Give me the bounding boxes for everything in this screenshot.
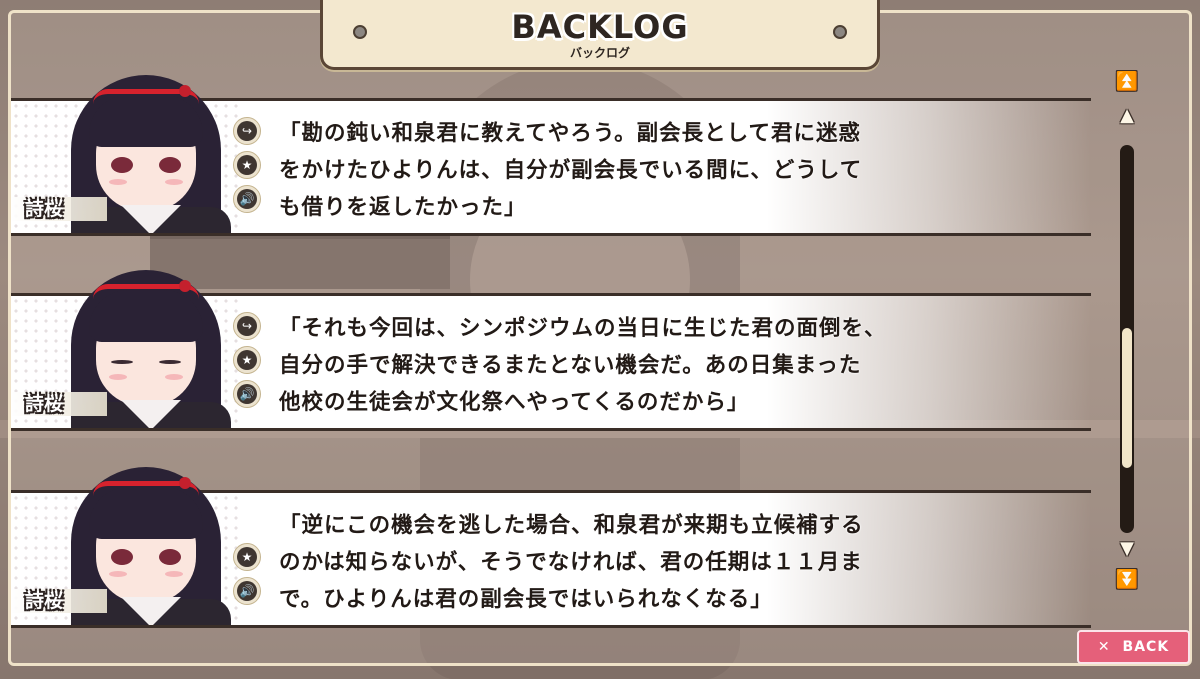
favorite-button[interactable]: ★ — [233, 346, 261, 374]
voice-button[interactable]: 🔊 — [233, 380, 261, 408]
page-up-button[interactable]: ⏫ — [1114, 71, 1140, 92]
portrait-eye — [111, 360, 133, 364]
jump-button[interactable]: ↪ — [233, 312, 261, 340]
portrait-eye — [111, 157, 133, 173]
back-button[interactable]: ✕ BACK — [1077, 630, 1190, 664]
portrait-eye — [159, 157, 181, 173]
log-entry[interactable]: 詩桜 「逆にこの機会を逃した場合、和泉君が来期も立候補する のかは知らないが、そう… — [11, 467, 1091, 628]
log-entry[interactable]: 詩桜 「勘の鈍い和泉君に教えてやろう。副会長として君に迷惑 をかけたひよりんは、自… — [11, 75, 1091, 236]
jump-button[interactable]: ↪ — [233, 117, 261, 145]
page-up-icon: ⏫ — [1115, 71, 1139, 92]
page-down-icon: ⏬ — [1115, 569, 1139, 590]
portrait-eye — [159, 360, 181, 364]
voice-icon: 🔊 — [237, 189, 257, 209]
back-button-label: BACK — [1122, 639, 1170, 655]
portrait-hair-ornament — [179, 280, 191, 292]
dialogue-text: 「勘の鈍い和泉君に教えてやろう。副会長として君に迷惑 をかけたひよりんは、自分が… — [279, 121, 863, 220]
backlog-title: BACKLOG — [511, 8, 689, 46]
portrait-hair-ornament — [179, 85, 191, 97]
portrait-blush — [165, 179, 183, 185]
voice-icon: 🔊 — [237, 581, 257, 601]
portrait-blush — [165, 374, 183, 380]
backlog-title-tab: BACKLOG バックログ — [320, 0, 880, 70]
line-up-icon: ▲ — [1120, 105, 1134, 126]
close-icon: ✕ — [1097, 639, 1111, 655]
backlog-subtitle: バックログ — [569, 46, 630, 60]
voice-icon: 🔊 — [237, 384, 257, 404]
favorite-button[interactable]: ★ — [233, 543, 261, 571]
voice-button[interactable]: 🔊 — [233, 185, 261, 213]
log-entry[interactable]: 詩桜 「それも今回は、シンポジウムの当日に生じた君の面倒を、 自分の手で解決できる… — [11, 270, 1091, 431]
portrait-blush — [165, 571, 183, 577]
page-down-button[interactable]: ⏬ — [1114, 569, 1140, 590]
favorite-button[interactable]: ★ — [233, 151, 261, 179]
favorite-icon: ★ — [237, 155, 257, 175]
speaker-name: 詩桜 — [25, 393, 64, 415]
portrait-blush — [109, 571, 127, 577]
speaker-name: 詩桜 — [25, 198, 64, 220]
voice-button[interactable]: 🔊 — [233, 577, 261, 605]
portrait-blush — [109, 374, 127, 380]
line-down-button[interactable]: ▼ — [1114, 538, 1140, 559]
favorite-icon: ★ — [237, 547, 257, 567]
scrollbar-track[interactable] — [1120, 145, 1134, 533]
line-up-button[interactable]: ▲ — [1114, 105, 1140, 126]
scrollbar-thumb[interactable] — [1120, 326, 1134, 470]
portrait-hair-ornament — [179, 477, 191, 489]
portrait-eye — [111, 549, 133, 565]
dialogue-text: 「逆にこの機会を逃した場合、和泉君が来期も立候補する のかは知らないが、そうでな… — [279, 513, 864, 612]
portrait-blush — [109, 179, 127, 185]
portrait-eye — [159, 549, 181, 565]
dialogue-text: 「それも今回は、シンポジウムの当日に生じた君の面倒を、 自分の手で解決できるまた… — [279, 316, 887, 415]
jump-icon: ↪ — [237, 121, 257, 141]
favorite-icon: ★ — [237, 350, 257, 370]
speaker-name: 詩桜 — [25, 590, 64, 612]
jump-icon: ↪ — [237, 316, 257, 336]
line-down-icon: ▼ — [1120, 538, 1134, 559]
